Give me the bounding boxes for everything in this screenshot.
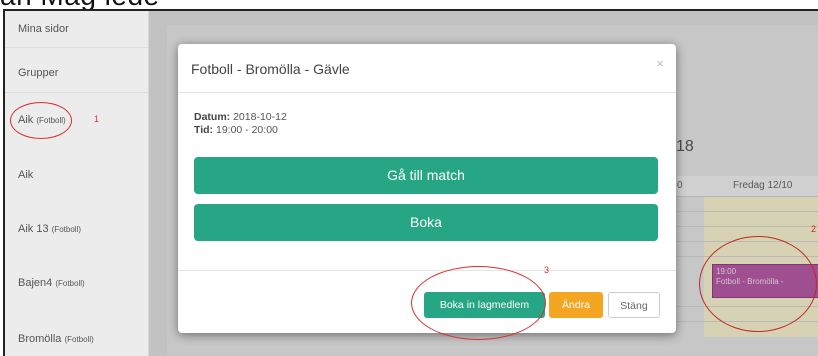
sidebar-divider <box>5 47 148 48</box>
app-frame: Mina sidor Grupper Aik (Fotboll) Aik Aik… <box>3 9 818 356</box>
sidebar: Mina sidor Grupper Aik (Fotboll) Aik Aik… <box>5 11 149 356</box>
sidebar-item-bajen4[interactable]: Bajen4 (Fotboll) <box>5 277 148 289</box>
modal-divider <box>178 92 676 93</box>
sidebar-item-bromolla[interactable]: Bromölla (Fotboll) <box>5 333 148 345</box>
sidebar-item-grupper[interactable]: Grupper <box>5 67 148 79</box>
modal-divider <box>178 270 676 271</box>
sidebar-item-aik[interactable]: Aik <box>5 169 148 181</box>
close-button[interactable]: Stäng <box>608 292 660 318</box>
change-button[interactable]: Ändra <box>549 292 603 318</box>
event-info: Datum: 2018-10-12 Tid: 19:00 - 20:00 <box>194 111 287 136</box>
sidebar-item-aik-13[interactable]: Aik 13 (Fotboll) <box>5 223 148 235</box>
annotation-number: 1 <box>94 114 100 124</box>
sidebar-divider <box>5 92 148 93</box>
event-modal: Fotboll - Bromölla - Gävle × Datum: 2018… <box>178 44 676 340</box>
modal-title: Fotboll - Bromölla - Gävle <box>191 61 350 77</box>
annotation-circle <box>411 266 546 340</box>
annotation-number: 3 <box>544 265 550 275</box>
annotation-circle <box>10 102 72 139</box>
close-icon[interactable]: × <box>656 56 664 71</box>
sidebar-item-mina-sidor[interactable]: Mina sidor <box>5 23 148 35</box>
book-button[interactable]: Boka <box>194 204 658 241</box>
goto-match-button[interactable]: Gå till match <box>194 157 658 194</box>
